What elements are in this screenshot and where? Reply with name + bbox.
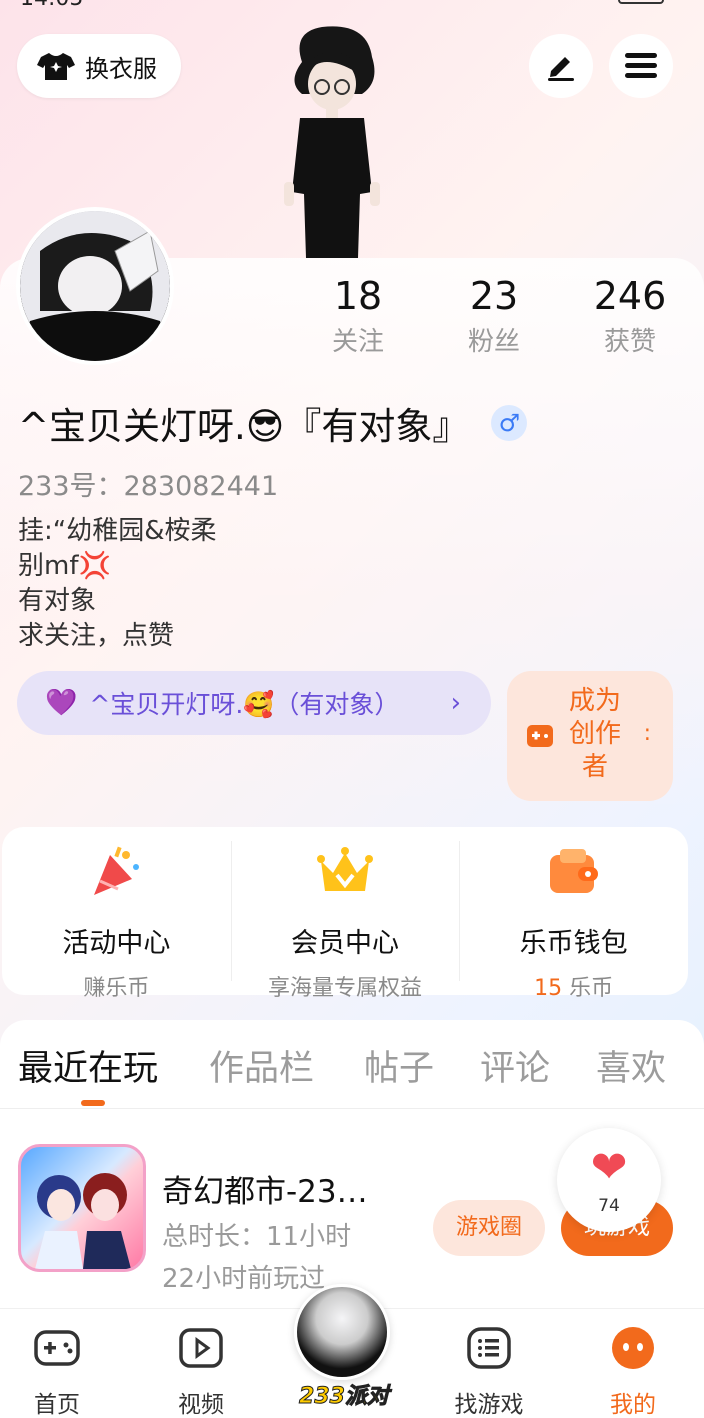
nav-party-label: 233派对 xyxy=(299,1384,390,1410)
coin-unit: 乐币 xyxy=(569,976,614,1001)
nav-home-label: 首页 xyxy=(34,1392,80,1418)
coin-wallet[interactable]: 乐币钱包 15 乐币 xyxy=(459,827,688,1001)
bio: 挂:“幼稚园&桉柔 别mf💢 有对象 求关注，点赞 xyxy=(18,516,217,651)
stat-followers-count: 23 xyxy=(469,274,519,318)
nav-video[interactable]: 视频 xyxy=(151,1327,251,1418)
user-id: 233号：283082441 xyxy=(18,471,279,502)
nav-find-games-label: 找游戏 xyxy=(454,1392,524,1418)
activity-center-sub: 赚乐币 xyxy=(83,976,150,1001)
tab-posts[interactable]: 帖子 xyxy=(364,1040,434,1091)
battery-icon xyxy=(618,0,664,4)
change-outfit-button[interactable]: 换衣服 xyxy=(17,34,181,98)
group-chip-text: ^宝贝开灯呀.🥰（有对象） xyxy=(89,690,400,719)
face-icon xyxy=(612,1327,654,1369)
menu-icon xyxy=(625,53,657,78)
member-center-title: 会员中心 xyxy=(291,928,399,959)
avatar-image xyxy=(20,211,170,361)
tab-likes[interactable]: 喜欢 xyxy=(596,1040,666,1091)
stat-followers-label: 粉丝 xyxy=(467,327,520,357)
gamepad-icon xyxy=(527,725,553,747)
member-center[interactable]: 会员中心 享海量专属权益 xyxy=(230,827,460,1001)
game-title: 奇幻都市-23… xyxy=(162,1174,368,1210)
tabs-divider xyxy=(0,1108,704,1109)
list-icon xyxy=(467,1327,511,1369)
tab-works[interactable]: 作品栏 xyxy=(209,1040,314,1091)
coin-balance: 15 xyxy=(534,976,563,1001)
services-panel: 活动中心 赚乐币 会员中心 享海量专属权益 乐币钱包 15 乐币 xyxy=(2,827,688,1001)
stat-following-count: 18 xyxy=(333,274,383,318)
game-thumbnail xyxy=(18,1144,146,1272)
coin-wallet-sub: 15 乐币 xyxy=(459,970,688,1002)
heart-icon: ❤ xyxy=(590,1142,628,1193)
stat-following-label: 关注 xyxy=(331,327,384,357)
nav-me[interactable]: 我的 xyxy=(583,1327,683,1418)
coin-wallet-title: 乐币钱包 xyxy=(519,928,628,959)
game-list-item[interactable]: 奇幻都市-23… 总时长：11小时 22小时前玩过 游戏圈 玩游戏 ❤ 74 xyxy=(0,1128,704,1298)
activity-center[interactable]: 活动中心 赚乐币 xyxy=(2,827,231,1001)
play-icon xyxy=(179,1328,223,1368)
floating-like-button[interactable]: ❤ 74 xyxy=(557,1128,661,1232)
gamepad-icon xyxy=(34,1330,80,1366)
status-bar: 14:05 xyxy=(0,0,704,11)
member-center-sub: 享海量专属权益 xyxy=(268,976,423,1001)
stats-row: 18 关注 23 粉丝 246 获赞 xyxy=(290,272,700,368)
activity-center-title: 活动中心 xyxy=(62,928,171,959)
male-gender-icon: ♂ xyxy=(491,405,528,441)
creator-more-icon: : xyxy=(643,721,651,746)
nav-party[interactable]: 233派对 xyxy=(294,1284,394,1416)
crown-icon xyxy=(317,847,373,891)
content-tabs: 最近在玩 作品栏 帖子 评论 喜欢 xyxy=(0,1040,704,1110)
party-avatar xyxy=(294,1284,390,1380)
active-tab-indicator xyxy=(81,1100,105,1106)
party-popper-icon xyxy=(94,846,140,895)
nav-find-games[interactable]: 找游戏 xyxy=(439,1327,539,1418)
heart-icon: 💜 xyxy=(45,688,78,718)
game-duration: 总时长：11小时 xyxy=(162,1222,352,1252)
nav-video-label: 视频 xyxy=(178,1392,224,1418)
group-chip[interactable]: 💜 ^宝贝开灯呀.🥰（有对象） › xyxy=(17,671,491,735)
stat-likes-count: 246 xyxy=(593,274,667,318)
stat-followers[interactable]: 23 粉丝 xyxy=(426,272,562,368)
become-creator-button[interactable]: 成为创作者 : xyxy=(507,671,673,801)
status-time: 14:05 xyxy=(20,0,83,11)
edit-profile-button[interactable] xyxy=(529,34,593,98)
become-creator-label: 成为创作者 xyxy=(568,686,621,782)
profile-page: 14:05 换衣服 xyxy=(0,0,704,1418)
chevron-right-icon: › xyxy=(450,688,461,718)
stat-likes[interactable]: 246 获赞 xyxy=(562,272,698,368)
tab-comments[interactable]: 评论 xyxy=(480,1040,550,1091)
stat-following[interactable]: 18 关注 xyxy=(290,272,426,368)
pen-icon xyxy=(548,57,574,81)
shirt-icon xyxy=(37,53,75,80)
change-outfit-label: 换衣服 xyxy=(85,54,157,83)
stat-likes-label: 获赞 xyxy=(603,327,656,357)
nav-me-label: 我的 xyxy=(610,1392,656,1418)
nickname: ^宝贝关灯呀.😎『有对象』 ♂ xyxy=(18,396,528,450)
nav-home[interactable]: 首页 xyxy=(7,1327,107,1418)
wallet-icon xyxy=(549,849,598,893)
tab-recent[interactable]: 最近在玩 xyxy=(18,1040,158,1091)
game-circle-button[interactable]: 游戏圈 xyxy=(433,1200,545,1256)
avatar-3d-figure[interactable] xyxy=(272,22,392,260)
menu-button[interactable] xyxy=(609,34,673,98)
like-count: 74 xyxy=(598,1196,620,1216)
profile-avatar[interactable] xyxy=(16,207,174,365)
nickname-text: ^宝贝关灯呀.😎『有对象』 xyxy=(18,405,470,448)
